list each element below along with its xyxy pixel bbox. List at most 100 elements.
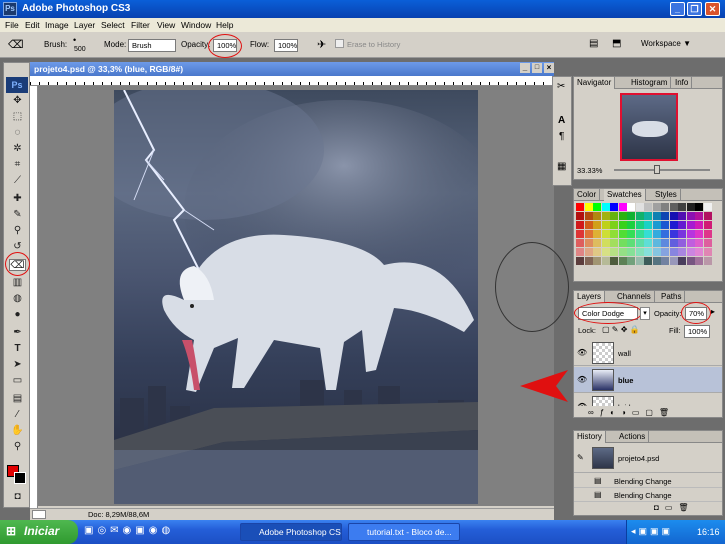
color-swatch[interactable] — [695, 230, 703, 238]
magic-wand-tool-icon[interactable]: ✲ — [9, 143, 26, 155]
quick-launch-icons[interactable]: ▣◎✉◉▣◉◍ — [84, 525, 174, 536]
fill-input[interactable]: 100% — [684, 325, 710, 338]
color-swatch[interactable] — [593, 221, 601, 229]
color-swatch[interactable] — [610, 221, 618, 229]
color-swatch[interactable] — [661, 230, 669, 238]
color-swatch[interactable] — [584, 239, 593, 247]
color-swatch[interactable] — [576, 248, 584, 256]
color-swatch[interactable] — [695, 221, 703, 229]
color-swatch[interactable] — [644, 257, 652, 265]
tab-channels[interactable]: Channels — [614, 291, 655, 303]
zoom-field[interactable] — [32, 510, 46, 519]
color-swatch[interactable] — [669, 212, 678, 220]
eraser-tool-icon[interactable]: ⌫ — [8, 38, 24, 51]
tab-histogram[interactable]: Histogram — [628, 77, 672, 89]
color-swatch[interactable] — [618, 230, 627, 238]
color-swatch[interactable] — [703, 257, 712, 265]
menu-image[interactable]: Image — [45, 20, 69, 30]
erase-to-history-checkbox[interactable] — [335, 39, 344, 48]
color-swatch[interactable] — [593, 248, 601, 256]
crop-tool-icon[interactable]: ⌗ — [9, 159, 26, 171]
dodge-tool-icon[interactable]: ● — [9, 309, 26, 321]
bridge-icon[interactable]: ⬒ — [612, 38, 621, 49]
pen-tool-icon[interactable]: ✒ — [9, 327, 26, 339]
color-swatch[interactable] — [601, 248, 610, 256]
history-footer-icons[interactable]: ◘▭🗑 — [654, 503, 695, 512]
tray-icons[interactable]: ◂▣▣▣ — [631, 526, 673, 537]
color-swatch[interactable] — [635, 212, 644, 220]
color-swatch[interactable] — [627, 221, 635, 229]
color-swatch[interactable] — [618, 203, 627, 211]
swatch-grid[interactable] — [576, 203, 712, 269]
color-swatch[interactable] — [644, 212, 652, 220]
palette-well-icon[interactable]: ▤ — [589, 38, 598, 49]
color-swatch[interactable] — [618, 257, 627, 265]
color-swatch[interactable] — [610, 203, 618, 211]
gradient-tool-icon[interactable]: ▥ — [9, 277, 26, 289]
color-swatch[interactable] — [703, 248, 712, 256]
history-state-row[interactable]: ▤ Blending Change — [574, 488, 722, 502]
color-swatch[interactable] — [635, 239, 644, 247]
hand-tool-icon[interactable]: ✋ — [9, 425, 26, 437]
history-snapshot-row[interactable]: ✎ projeto4.psd — [574, 445, 722, 473]
color-swatch[interactable] — [593, 230, 601, 238]
menu-help[interactable]: Help — [216, 20, 233, 30]
mode-select[interactable]: Brush — [128, 39, 176, 52]
character-icon[interactable]: A — [558, 115, 565, 126]
marquee-tool-icon[interactable]: ⬚ — [9, 111, 26, 123]
color-swatch[interactable] — [686, 248, 695, 256]
tab-color[interactable]: Color — [574, 189, 601, 201]
color-swatch[interactable] — [593, 239, 601, 247]
color-swatch[interactable] — [601, 203, 610, 211]
lock-icons[interactable]: ▢ ✎ ✥ 🔒 — [602, 325, 640, 334]
color-swatch[interactable] — [661, 239, 669, 247]
layer-row-bridge[interactable]: 👁 bridge — [574, 394, 722, 406]
color-swatch[interactable] — [703, 203, 712, 211]
tab-paths[interactable]: Paths — [658, 291, 686, 303]
color-swatch[interactable] — [644, 203, 652, 211]
color-swatch[interactable] — [661, 212, 669, 220]
color-swatch[interactable] — [661, 203, 669, 211]
document-minimize-button[interactable]: _ — [520, 63, 530, 73]
color-swatch[interactable] — [652, 230, 661, 238]
color-swatch[interactable] — [635, 221, 644, 229]
document-close-button[interactable]: × — [544, 63, 554, 73]
eye-icon[interactable]: 👁 — [577, 348, 587, 357]
color-swatch[interactable] — [627, 230, 635, 238]
color-swatch[interactable] — [686, 221, 695, 229]
layer-row-blue[interactable]: 👁 blue — [574, 367, 722, 393]
history-brush-source-icon[interactable]: ✎ — [577, 453, 584, 462]
tab-layers[interactable]: Layers — [574, 291, 606, 303]
color-swatch[interactable] — [584, 212, 593, 220]
color-swatch[interactable] — [593, 203, 601, 211]
color-swatch[interactable] — [610, 248, 618, 256]
move-tool-icon[interactable]: ✥ — [9, 95, 26, 107]
color-swatch[interactable] — [703, 212, 712, 220]
workspace-button[interactable]: Workspace ▼ — [641, 39, 691, 48]
menu-layer[interactable]: Layer — [74, 20, 95, 30]
close-button[interactable]: ✕ — [705, 2, 720, 16]
color-swatch[interactable] — [644, 239, 652, 247]
navigator-zoom-thumb[interactable] — [654, 165, 660, 174]
color-swatch[interactable] — [703, 221, 712, 229]
color-swatch[interactable] — [695, 212, 703, 220]
navigator-zoom-slider[interactable] — [614, 169, 710, 171]
color-swatch[interactable] — [584, 230, 593, 238]
color-swatch[interactable] — [593, 257, 601, 265]
color-swatch[interactable] — [635, 257, 644, 265]
color-swatch[interactable] — [601, 239, 610, 247]
menu-filter[interactable]: Filter — [131, 20, 150, 30]
task-photoshop[interactable]: Adobe Photoshop CS... — [240, 523, 342, 541]
eye-icon[interactable]: 👁 — [577, 375, 587, 384]
layer-comps-icon[interactable]: ▦ — [557, 161, 566, 172]
color-swatch[interactable] — [678, 212, 686, 220]
color-swatch[interactable] — [584, 248, 593, 256]
start-button[interactable]: ⊞ Iniciar — [0, 520, 78, 544]
eye-icon[interactable]: 👁 — [577, 402, 587, 406]
type-tool-icon[interactable]: T — [9, 343, 26, 355]
color-swatch[interactable] — [576, 203, 584, 211]
color-swatch[interactable] — [678, 221, 686, 229]
tab-styles[interactable]: Styles — [652, 189, 681, 201]
layer-row-wall[interactable]: 👁 wall — [574, 340, 722, 366]
brush-tool-icon[interactable]: ✎ — [9, 209, 26, 221]
